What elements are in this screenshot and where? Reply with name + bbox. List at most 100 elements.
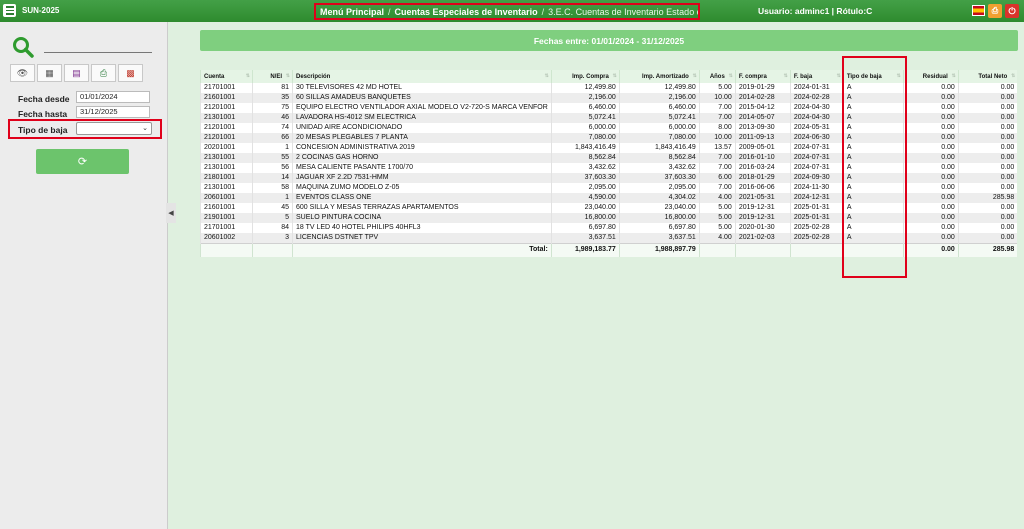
table-row[interactable]: 21301001 55 2 COCINAS GAS HORNO 8,562.84 8,5… [200, 153, 1018, 163]
table-cell: 3,432.62 [550, 163, 620, 173]
table-cell: 2025-02-28 [789, 223, 844, 233]
table-cell: 0.00 [957, 223, 1018, 233]
sort-icon[interactable]: ⇅ [286, 73, 290, 79]
table-cell: 2024-07-31 [789, 153, 844, 163]
table-cell: 7,080.00 [550, 133, 620, 143]
table-cell: 0.00 [902, 93, 959, 103]
table-cell: A [842, 213, 904, 223]
fecha-desde-input[interactable]: 01/01/2024 [76, 91, 150, 103]
search-input[interactable] [44, 52, 152, 53]
column-header[interactable]: Total Neto ⇅ [957, 70, 1018, 83]
table-cell: A [842, 103, 904, 113]
sort-icon[interactable]: ⇅ [837, 73, 841, 79]
table-cell: 0.00 [902, 153, 959, 163]
sort-icon[interactable]: ⇅ [1011, 73, 1015, 79]
breadcrumb-section[interactable]: Cuentas Especiales de Inventario [395, 7, 538, 17]
table-row[interactable]: 20201001 1 CONCESION ADMINISTRATIVA 2019 1,… [200, 143, 1018, 153]
date-range-banner: Fechas entre: 01/01/2024 - 31/12/2025 [200, 30, 1018, 51]
sort-icon[interactable]: ⇅ [784, 73, 788, 79]
table-row[interactable]: 21601001 45 600 SILLA Y MESAS TERRAZAS APA… [200, 203, 1018, 213]
pdf-icon[interactable]: ▤ [64, 64, 89, 82]
app-name: SUN-2025 [22, 6, 60, 15]
table-cell: 0.00 [957, 133, 1018, 143]
language-flag-icon[interactable] [972, 5, 985, 16]
table-cell: 6,460.00 [618, 103, 700, 113]
fecha-hasta-input[interactable]: 31/12/2025 [76, 106, 150, 118]
export-toolbar: 👁 ▦ ▤ ⎙ ▩ [10, 64, 145, 82]
table-row[interactable]: 21301001 56 MESA CALIENTE PASANTE 1700/70 3… [200, 163, 1018, 173]
money-icon[interactable]: ▦ [37, 64, 62, 82]
table-row[interactable]: 21601001 35 60 SILLAS AMADEUS BANQUETES 2,1… [200, 93, 1018, 103]
column-header[interactable]: Imp. Compra ⇅ [550, 70, 620, 83]
table-cell: 0.00 [902, 193, 959, 203]
column-header[interactable]: Imp. Amortizado ⇅ [618, 70, 700, 83]
table-row[interactable]: 20601001 1 EVENTOS CLASS ONE 4,590.00 4,304.… [200, 193, 1018, 203]
table-cell: 0.00 [957, 153, 1018, 163]
search-icon[interactable] [12, 36, 34, 58]
column-header-label: Tipo de baja [846, 73, 882, 80]
sort-icon[interactable]: ⇅ [613, 73, 617, 79]
fecha-hasta-label: Fecha hasta [18, 109, 68, 119]
column-header[interactable]: F. baja ⇅ [789, 70, 844, 83]
table-cell: 6,000.00 [618, 123, 700, 133]
table-row[interactable]: 21201001 66 20 MESAS PLEGABLES 7 PLANTA 7,0… [200, 133, 1018, 143]
table-cell: 0.00 [902, 143, 959, 153]
excel-icon[interactable]: ▩ [118, 64, 143, 82]
table-cell: 0.00 [957, 213, 1018, 223]
table-row[interactable]: 21901001 5 SUELO PINTURA COCINA 16,800.00 16… [200, 213, 1018, 223]
column-header[interactable]: F. compra ⇅ [734, 70, 791, 83]
table-cell: JAGUAR XF 2.2D 7531-HMM [292, 173, 552, 183]
table-row[interactable]: 21701001 81 30 TELEVISORES 42 MD HOTEL 12,4… [200, 83, 1018, 93]
table-cell: 37,603.30 [550, 173, 620, 183]
breadcrumb-home[interactable]: Menú Principal [320, 7, 384, 17]
table-cell: 10.00 [698, 93, 736, 103]
column-header[interactable]: Residual ⇅ [902, 70, 959, 83]
table-cell: 60 SILLAS AMADEUS BANQUETES [292, 93, 552, 103]
column-header[interactable]: Años ⇅ [698, 70, 736, 83]
table-row[interactable]: 21701001 84 18 TV LED 40 HOTEL PHILIPS 40H… [200, 223, 1018, 233]
table-row[interactable]: 21801001 14 JAGUAR XF 2.2D 7531-HMM 37,603.… [200, 173, 1018, 183]
table-cell: 23,040.00 [550, 203, 620, 213]
print-icon[interactable]: ⎙ [91, 64, 116, 82]
table-cell: 2,196.00 [618, 93, 700, 103]
table-cell: 0.00 [957, 83, 1018, 93]
chevron-left-icon[interactable]: ◀ [166, 203, 176, 223]
table-cell: 5.00 [698, 223, 736, 233]
tipo-baja-select[interactable]: ⌄ [76, 122, 152, 135]
table-cell: 12,499.80 [550, 83, 620, 93]
column-header[interactable]: Cuenta ⇅ [200, 70, 253, 83]
hamburger-menu-icon[interactable] [3, 4, 16, 17]
total-imp-compra: 1,989,183.77 [550, 243, 620, 257]
breadcrumb-separator: / [388, 6, 391, 17]
sort-icon[interactable]: ⇅ [545, 73, 549, 79]
table-cell: 13.57 [698, 143, 736, 153]
table-row[interactable]: 20601002 3 LICENCIAS DSTNET TPV 3,637.51 3,6… [200, 233, 1018, 244]
table-cell: 2,196.00 [550, 93, 620, 103]
column-header[interactable]: Descripción ⇅ [292, 70, 552, 83]
eye-icon[interactable]: 👁 [10, 64, 35, 82]
sort-icon[interactable]: ⇅ [897, 73, 901, 79]
table-cell: 0.00 [902, 223, 959, 233]
table-cell: 20601001 [200, 193, 253, 203]
sort-icon[interactable]: ⇅ [246, 73, 250, 79]
table-cell: 5,072.41 [618, 113, 700, 123]
power-icon[interactable]: ⏻ [1005, 4, 1019, 18]
sort-icon[interactable]: ⇅ [952, 73, 956, 79]
table-cell: 2024-09-30 [789, 173, 844, 183]
totals-label: Total: [292, 243, 552, 257]
print-icon[interactable]: ⎙ [988, 4, 1002, 18]
sort-icon[interactable]: ⇅ [729, 73, 733, 79]
sort-icon[interactable]: ⇅ [693, 73, 697, 79]
column-header[interactable]: N/El ⇅ [252, 70, 293, 83]
table-row[interactable]: 21201001 75 EQUIPO ELECTRO VENTILADOR AXIA… [200, 103, 1018, 113]
refresh-button[interactable]: ⟳ [36, 149, 129, 174]
table-row[interactable]: 21301001 46 LAVADORA HS-4012 SM ELECTRICA 5… [200, 113, 1018, 123]
table-cell: 5.00 [698, 83, 736, 93]
table-cell: CONCESION ADMINISTRATIVA 2019 [292, 143, 552, 153]
column-header[interactable]: Tipo de baja ⇅ [842, 70, 904, 83]
breadcrumb-current-page: 3.E.C. Cuentas de Inventario Estado de B… [548, 6, 698, 17]
table-row[interactable]: 21201001 74 UNIDAD AIRE ACONDICIONADO 6,000… [200, 123, 1018, 133]
table-row[interactable]: 21301001 58 MAQUINA ZUMO MODELO Z-05 2,095.… [200, 183, 1018, 193]
table-cell: 12,499.80 [618, 83, 700, 93]
table-cell: 21301001 [200, 183, 253, 193]
